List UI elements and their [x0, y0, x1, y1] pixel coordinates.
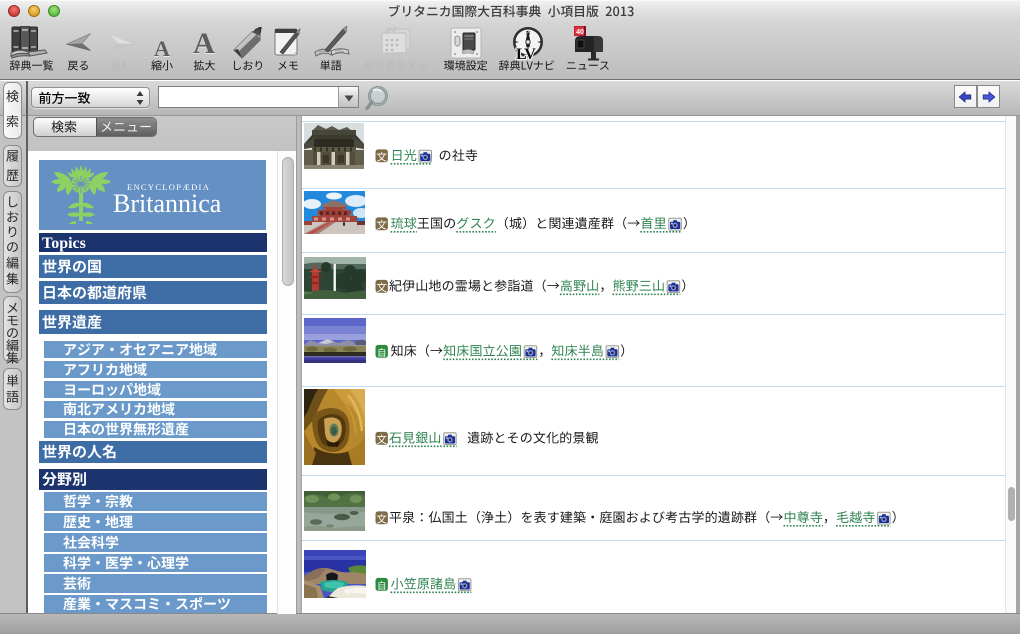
svg-text:LV: LV: [516, 46, 536, 61]
svg-text:40: 40: [576, 29, 584, 36]
svg-text:N: N: [526, 31, 531, 37]
